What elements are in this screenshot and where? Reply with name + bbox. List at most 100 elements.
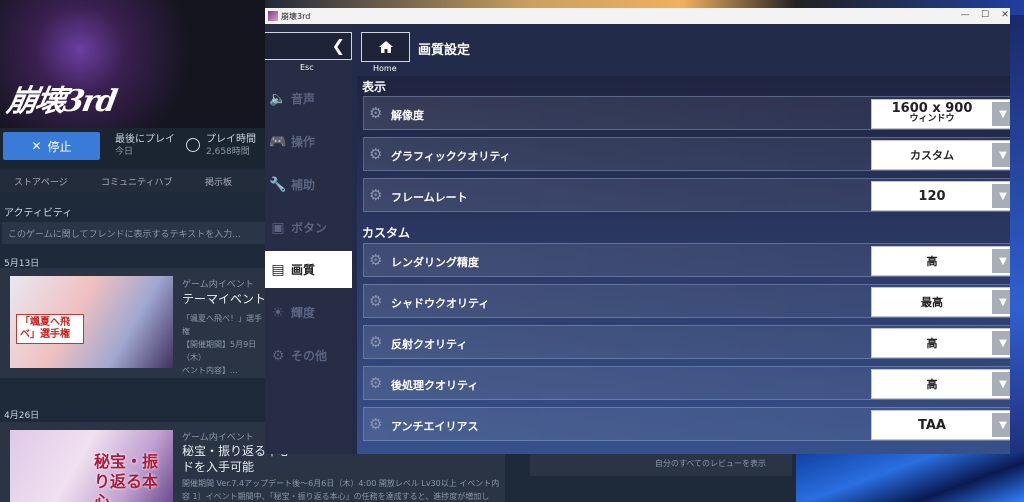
last-played-info: 最後にプレイ 今日 (115, 134, 175, 158)
game-logo: 崩壊3rd (4, 84, 119, 119)
tab-store-page[interactable]: ストアページ (14, 175, 68, 188)
setting-row-reflection: ⚙ 反射クオリティ 高 ▼ (363, 325, 1010, 359)
dropdown-value: 高 (926, 254, 938, 268)
resolution-value: 1600 x 900 (891, 101, 973, 116)
dropdown-value: 高 (926, 377, 938, 391)
setting-label: フレームレート (391, 191, 468, 204)
dropdown-value: カスタム (910, 148, 954, 162)
chevron-down-icon[interactable]: ▼ (992, 143, 1010, 167)
game-window: 崩壊3rd — ☐ ✕ ❮ Esc 🔈 音声 🎮 操作 🔧 補助 ▣ ボタン ▤… (265, 8, 1010, 454)
news-category: ゲーム内イベント (182, 280, 254, 290)
setting-row-resolution: ⚙ 解像度 1600 x 900 ウィンドウ ▼ (363, 96, 1010, 130)
graphics-quality-dropdown[interactable]: カスタム ▼ (871, 140, 1010, 170)
settings-content: 表示 ⚙ 解像度 1600 x 900 ウィンドウ ▼ ⚙ グラフィッククオリテ… (357, 76, 1010, 454)
news-title-line2: ドを入手可能 (182, 460, 255, 474)
gear-icon: ⚙ (369, 333, 383, 351)
chevron-down-icon[interactable]: ▼ (992, 102, 1010, 126)
playtime-info: プレイ時間 2,658時間 (186, 134, 256, 158)
sidebar-item-assist[interactable]: 🔧 補助 (265, 166, 352, 203)
sidebar-item-buttons[interactable]: ▣ ボタン (265, 209, 352, 246)
gear-icon: ⚙ (369, 415, 383, 433)
post-processing-dropdown[interactable]: 高 ▼ (871, 369, 1010, 399)
shadow-dropdown[interactable]: 最高 ▼ (871, 287, 1010, 317)
dropdown-value: 最高 (921, 295, 943, 309)
section-heading-custom: カスタム (362, 226, 411, 240)
setting-label: 後処理クオリティ (391, 379, 479, 392)
desktop-wallpaper-edge (1010, 15, 1024, 502)
news-desc-line: 開催期間 Ver.7.4アップデート後～6月6日（木）4:00 開放レベル Lv… (182, 479, 500, 488)
home-label: Home (373, 64, 397, 73)
news-date: 4月26日 (4, 411, 40, 421)
close-icon: ✕ (31, 139, 42, 153)
show-reviews-button[interactable]: 自分のすべてのレビューを表示 (530, 452, 792, 476)
rendering-dropdown[interactable]: 高 ▼ (871, 246, 1010, 276)
chevron-down-icon[interactable]: ▼ (992, 372, 1010, 396)
tab-discussions[interactable]: 掲示板 (205, 175, 232, 188)
dropdown-value: TAA (918, 417, 946, 433)
news-image-text: 秘宝・振り返る本心 (94, 452, 159, 502)
sidebar-item-controls[interactable]: 🎮 操作 (265, 123, 352, 160)
esc-label: Esc (300, 63, 314, 72)
stop-button[interactable]: ✕ 停止 (3, 132, 100, 160)
sidebar-item-brightness[interactable]: ☀ 輝度 (265, 294, 352, 331)
gamepad-icon: 🎮 (269, 133, 287, 150)
setting-label: シャドウクオリティ (391, 297, 490, 310)
sidebar-item-audio[interactable]: 🔈 音声 (265, 80, 352, 117)
news-image: 秘宝・振り返る本心 (10, 430, 173, 502)
window-mode-value: ウィンドウ (909, 114, 955, 124)
activity-heading: アクティビティ (4, 208, 73, 219)
gear-icon: ⚙ (369, 186, 383, 204)
resolution-dropdown[interactable]: 1600 x 900 ウィンドウ ▼ (871, 99, 1010, 129)
setting-row-graphics-quality: ⚙ グラフィッククオリティ カスタム ▼ (363, 137, 1010, 171)
setting-row-shadow: ⚙ シャドウクオリティ 最高 ▼ (363, 284, 1010, 318)
desktop-wallpaper-corner (796, 452, 1024, 502)
dropdown-value: 120 (918, 188, 946, 204)
news-desc-line: 「颯夏へ飛べ！」選手権 (182, 314, 262, 336)
chevron-down-icon[interactable]: ▼ (992, 331, 1010, 355)
gear-icon: ⚙ (369, 292, 383, 310)
sidebar-item-label: ボタン (291, 221, 328, 235)
news-image-tag: 「颯夏へ飛べ」選手権 (16, 314, 84, 344)
playtime-label: プレイ時間 (206, 134, 256, 145)
steam-subnav: ストアページ コミュニティハブ 掲示板 (0, 170, 265, 192)
playtime-value: 2,658時間 (206, 147, 250, 157)
setting-label: 解像度 (391, 109, 424, 122)
chevron-down-icon[interactable]: ▼ (992, 249, 1010, 273)
back-button[interactable]: ❮ (265, 32, 352, 60)
news-desc-line: 容 1）イベント期間中、「秘宝・振り返る本心」の任務を達成すると、進捗度が増加し (182, 492, 490, 501)
chevron-down-icon[interactable]: ▼ (992, 290, 1010, 314)
setting-row-anti-aliasing: ⚙ アンチエイリアス TAA ▼ (363, 407, 1010, 441)
close-icon[interactable]: ✕ (990, 10, 1010, 20)
settings-sidebar: ❮ Esc 🔈 音声 🎮 操作 🔧 補助 ▣ ボタン ▤ 画質 ☀ 輝度 ⚙ そ… (265, 24, 352, 454)
last-played-value: 今日 (115, 147, 134, 157)
activity-input[interactable]: このゲームに関してフレンドに表示するテキストを入力... (2, 222, 265, 244)
game-hero-banner: 崩壊3rd (0, 0, 265, 128)
tab-community-hub[interactable]: コミュニティハブ (101, 175, 172, 188)
sidebar-item-label: 輝度 (291, 306, 316, 320)
chevron-down-icon[interactable]: ▼ (992, 184, 1010, 208)
last-played-label: 最後にプレイ (115, 134, 175, 145)
gear-icon: ⚙ (369, 104, 383, 122)
window-title: 崩壊3rd (281, 12, 311, 21)
chevron-down-icon[interactable]: ▼ (992, 413, 1010, 437)
news-desc-line: ベント内容】... (182, 366, 238, 375)
anti-aliasing-dropdown[interactable]: TAA ▼ (871, 410, 1010, 440)
sidebar-item-label: 補助 (291, 178, 316, 192)
frame-rate-dropdown[interactable]: 120 ▼ (871, 181, 1010, 211)
stop-button-label: 停止 (47, 139, 72, 154)
button-icon: ▣ (271, 219, 285, 236)
news-image: 「颯夏へ飛べ」選手権 (10, 276, 173, 368)
reflection-dropdown[interactable]: 高 ▼ (871, 328, 1010, 358)
sidebar-item-other[interactable]: ⚙ その他 (265, 337, 352, 374)
gear-icon: ⚙ (369, 251, 383, 269)
sidebar-item-graphics[interactable]: ▤ 画質 (265, 251, 352, 288)
news-card[interactable]: 「颯夏へ飛べ」選手権 ゲーム内イベント テーマイベント 「颯夏へ飛べ！」選手権 … (0, 268, 267, 378)
setting-row-rendering: ⚙ レンダリング精度 高 ▼ (363, 243, 1010, 277)
home-button[interactable] (361, 32, 410, 62)
news-title: テーマイベント (182, 292, 267, 306)
speaker-icon: 🔈 (269, 90, 287, 107)
wrench-icon: 🔧 (269, 176, 287, 193)
news-desc-line: 【開催期間】5月9日（木） (182, 340, 257, 362)
setting-row-post-processing: ⚙ 後処理クオリティ 高 ▼ (363, 366, 1010, 400)
sidebar-item-label: 音声 (291, 92, 316, 106)
